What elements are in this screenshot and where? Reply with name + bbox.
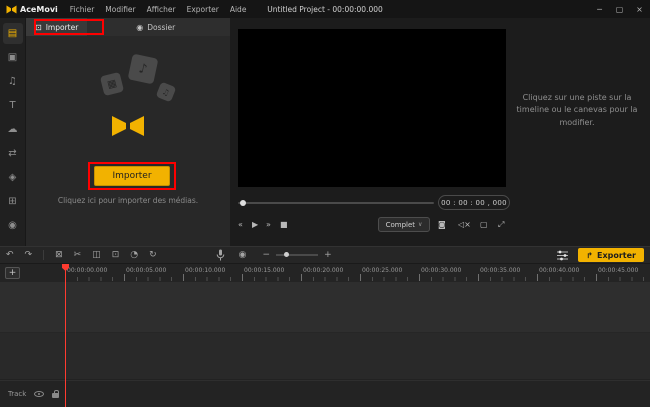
app-name: AceMovi xyxy=(20,4,58,14)
fullscreen-icon[interactable]: ⤢ xyxy=(498,220,504,230)
window-controls: ─ ▢ × xyxy=(595,5,644,14)
microphone-icon[interactable] xyxy=(216,249,225,261)
play-button[interactable]: ▶ xyxy=(252,220,258,229)
close-button[interactable]: × xyxy=(635,5,644,14)
playhead-line[interactable] xyxy=(65,264,66,407)
preview-hint: Cliquez sur une piste sur la timeline ou… xyxy=(516,93,638,127)
ruler-timestamp: 00:00:30.000 xyxy=(421,267,462,274)
sidebar: ▤ ▣ ♫ T ☁ ⇄ ◈ ⊞ ◉ xyxy=(0,18,26,246)
track-row[interactable] xyxy=(0,282,650,333)
snapshot-icon[interactable]: ◙ xyxy=(438,220,446,229)
adjust-sliders-icon[interactable] xyxy=(557,250,569,261)
audio-icon[interactable]: ♫ xyxy=(3,71,23,92)
timeline-toolbar: ↶ ↷ ⊠ ✂ ◫ ⊡ ◔ ↻ ◉ − + ↱ Exporter xyxy=(0,246,650,264)
track-row[interactable] xyxy=(0,333,650,380)
ruler-timestamp: 00:00:10.000 xyxy=(185,267,226,274)
elements-icon[interactable]: ☁ xyxy=(3,119,23,140)
preview-panel: Cliquez sur une piste sur la timeline ou… xyxy=(230,18,650,246)
track-visibility-eye-icon[interactable] xyxy=(34,391,45,397)
timecode-display: 00 : 00 : 00 , 000 xyxy=(438,195,510,210)
rotate-icon[interactable]: ↻ xyxy=(149,250,157,260)
split-icon[interactable]: ◫ xyxy=(92,250,101,260)
chevron-down-icon: ∨ xyxy=(418,221,423,228)
ruler-timestamp: 00:00:25.000 xyxy=(362,267,403,274)
video-canvas[interactable] xyxy=(238,29,506,187)
stock-icon[interactable]: ▣ xyxy=(3,47,23,68)
seek-bar[interactable] xyxy=(238,200,434,206)
seek-knob[interactable] xyxy=(240,200,246,206)
media-panel: ⊡ Importer ◉ Dossier ♪ ▦ ♫ Importer Cliq… xyxy=(26,18,230,246)
menu-bar: Fichier Modifier Afficher Exporter Aide xyxy=(70,5,247,14)
add-track-button[interactable]: + xyxy=(5,267,20,279)
timeline-ruler[interactable]: + 00:00:00.000 00:00:05.000 00:00:10.000… xyxy=(0,264,650,282)
menu-fichier[interactable]: Fichier xyxy=(70,5,95,14)
import-tab-icon: ⊡ xyxy=(35,22,42,32)
next-frame-button[interactable]: » xyxy=(266,220,271,229)
toolbar-divider xyxy=(43,250,45,260)
export-button-label: Exporter xyxy=(597,250,636,260)
import-hint: Cliquez ici pour importer des médias. xyxy=(57,196,199,205)
tab-importer-label: Importer xyxy=(45,22,79,32)
effects-icon[interactable]: ◈ xyxy=(3,167,23,188)
ruler-timestamp: 00:00:35.000 xyxy=(480,267,521,274)
maximize-button[interactable]: ▢ xyxy=(615,5,624,14)
app-logo-icon xyxy=(6,5,17,14)
export-icon: ↱ xyxy=(586,250,593,260)
zoom-slider-knob[interactable] xyxy=(284,252,290,257)
titlebar: AceMovi Fichier Modifier Afficher Export… xyxy=(0,0,650,18)
image-tile-icon: ▦ xyxy=(99,71,125,97)
ruler-timestamp: 00:00:15.000 xyxy=(244,267,285,274)
ruler-timestamp: 00:00:20.000 xyxy=(303,267,344,274)
minimize-button[interactable]: ─ xyxy=(595,5,604,14)
track-header: Track xyxy=(0,380,650,407)
menu-aide[interactable]: Aide xyxy=(230,5,247,14)
menu-afficher[interactable]: Afficher xyxy=(147,5,176,14)
device-preview-icon[interactable]: ▢ xyxy=(480,220,488,229)
delete-icon[interactable]: ⊠ xyxy=(55,250,63,260)
ruler-timestamp: 00:00:40.000 xyxy=(539,267,580,274)
stop-button[interactable]: ■ xyxy=(280,220,288,229)
undo-icon[interactable]: ↶ xyxy=(6,250,14,260)
fit-dropdown-label: Complet xyxy=(385,220,416,229)
timeline-zoom-control: − + xyxy=(263,250,332,260)
redo-icon[interactable]: ↷ xyxy=(25,250,33,260)
acemovi-bowtie-logo-icon xyxy=(110,114,146,142)
screen-record-icon[interactable]: ◉ xyxy=(239,250,247,260)
ruler-timestamp: 00:00:45.000 xyxy=(598,267,639,274)
scissors-icon[interactable]: ✂ xyxy=(74,250,82,260)
split-screen-icon[interactable]: ⊞ xyxy=(3,191,23,212)
track-label: Track xyxy=(8,390,27,398)
small-note-tile-icon: ♫ xyxy=(155,81,177,103)
media-icon[interactable]: ▤ xyxy=(2,23,23,44)
zoom-slider[interactable] xyxy=(276,252,319,257)
transitions-icon[interactable]: ⇄ xyxy=(3,143,23,164)
record-icon[interactable]: ◉ xyxy=(3,215,23,236)
folder-tab-icon: ◉ xyxy=(136,22,144,32)
export-button[interactable]: ↱ Exporter xyxy=(578,248,644,262)
track-lock-icon[interactable] xyxy=(52,389,60,398)
acemovi-window: AceMovi Fichier Modifier Afficher Export… xyxy=(0,0,650,407)
tab-dossier[interactable]: ◉ Dossier xyxy=(127,18,184,36)
crop-icon[interactable]: ⊡ xyxy=(112,250,120,260)
media-tab-bar: ⊡ Importer ◉ Dossier xyxy=(26,18,230,36)
transport-controls: « ▶ » ■ Complet ∨ ◙ ◁× ▢ ⤢ xyxy=(238,216,642,234)
ruler-major-ticks xyxy=(65,274,650,281)
ruler-timestamp: 00:00:00.000 xyxy=(67,267,108,274)
text-icon[interactable]: T xyxy=(3,95,23,116)
import-button[interactable]: Importer xyxy=(94,166,170,186)
tab-importer[interactable]: ⊡ Importer xyxy=(26,18,88,36)
menu-exporter[interactable]: Exporter xyxy=(187,5,219,14)
music-note-tile-icon: ♪ xyxy=(127,53,159,85)
ruler-timestamp: 00:00:05.000 xyxy=(126,267,167,274)
zoom-in-icon[interactable]: + xyxy=(324,250,332,260)
mute-icon[interactable]: ◁× xyxy=(458,220,471,229)
fit-dropdown[interactable]: Complet ∨ xyxy=(378,217,430,232)
menu-modifier[interactable]: Modifier xyxy=(105,5,135,14)
zoom-out-icon[interactable]: − xyxy=(263,250,271,260)
speed-icon[interactable]: ◔ xyxy=(130,250,138,260)
previous-frame-button[interactable]: « xyxy=(238,220,243,229)
tab-dossier-label: Dossier xyxy=(147,22,176,32)
